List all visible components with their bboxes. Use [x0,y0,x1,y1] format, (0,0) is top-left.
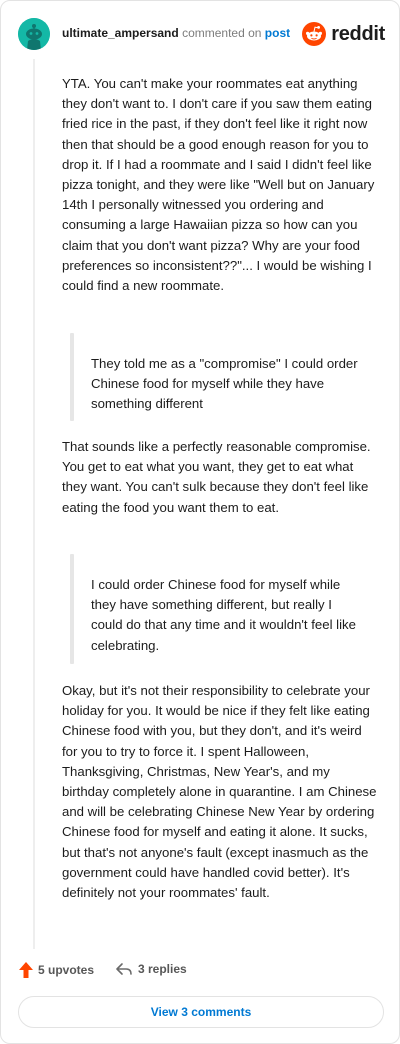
blockquote-bar [70,554,74,664]
comment-action-text: commented on [182,26,262,40]
comment-paragraph: YTA. You can't make your roommates eat a… [62,76,375,294]
blockquote-text: They told me as a "compromise" I could o… [91,356,358,412]
comment-footer: 5 upvotes 3 replies [18,961,378,983]
snoo-avatar-icon [18,18,50,50]
replies-button[interactable]: 3 replies [115,961,187,977]
upvote-arrow-icon [19,962,33,978]
reddit-logo[interactable]: reddit [302,21,385,47]
reddit-wordmark: reddit [331,22,385,45]
post-link[interactable]: post [265,26,290,40]
comment-paragraph: Okay, but it's not their responsibility … [62,683,377,901]
upvote-count: 5 upvotes [38,963,95,977]
view-comments-button[interactable]: View 3 comments [18,996,384,1028]
comment-meta: ultimate_ampersand commented on post [62,26,290,40]
reply-count: 3 replies [138,962,187,976]
user-avatar[interactable] [18,18,50,50]
thread-line[interactable] [33,59,35,949]
blockquote-bar [70,333,74,421]
upvote-button[interactable]: 5 upvotes [18,961,94,979]
username-link[interactable]: ultimate_ampersand [62,26,179,40]
reddit-alien-icon [302,22,327,46]
comment-paragraph: That sounds like a perfectly reasonable … [62,439,371,515]
blockquote-text: I could order Chinese food for myself wh… [91,577,356,653]
reply-arrow-icon [116,963,132,975]
comment-header: ultimate_ampersand commented on post red… [18,18,385,50]
comment-card: ultimate_ampersand commented on post red… [0,0,400,1044]
